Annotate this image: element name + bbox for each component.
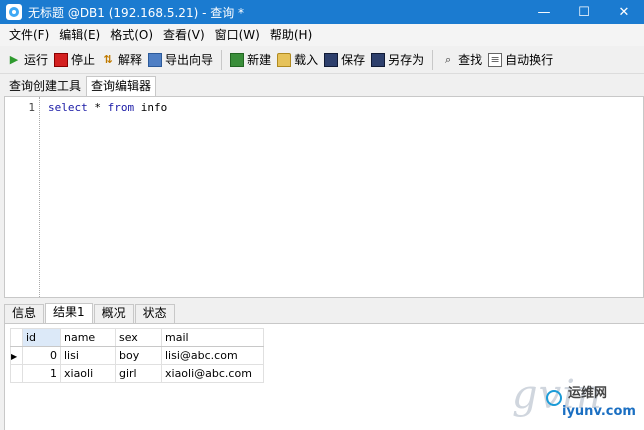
cell-name[interactable]: xiaoli	[60, 364, 116, 383]
maximize-button[interactable]: ☐	[564, 0, 604, 24]
menu-format[interactable]: 格式(O)	[105, 24, 158, 46]
new-button[interactable]: 新建	[227, 48, 274, 72]
cell-id[interactable]: 0	[22, 346, 61, 365]
tab-query-editor[interactable]: 查询编辑器	[86, 76, 157, 96]
editor-tab-bar: 查询创建工具 查询编辑器	[0, 74, 644, 96]
stop-button[interactable]: 停止	[51, 48, 98, 72]
gutter-divider	[39, 97, 40, 297]
line-number: 1	[28, 101, 35, 114]
menu-file[interactable]: 文件(F)	[4, 24, 54, 46]
cell-mail[interactable]: xiaoli@abc.com	[161, 364, 264, 383]
toolbar-separator	[432, 49, 434, 70]
toolbar: ▶ 运行 停止 ⇅ 解释 导出向导 新建 载入 保存 另存为 ⌕ 查找 ≡ 自动…	[0, 46, 644, 74]
cell-mail[interactable]: lisi@abc.com	[161, 346, 264, 365]
word-wrap-label: 自动换行	[505, 53, 554, 67]
menu-window[interactable]: 窗口(W)	[210, 24, 265, 46]
table-row[interactable]: ▶ 0 lisi boy lisi@abc.com	[10, 346, 264, 365]
minimize-button[interactable]: —	[524, 0, 564, 24]
cell-sex[interactable]: girl	[115, 364, 162, 383]
run-label: 运行	[24, 53, 49, 67]
title-bar: 无标题 @DB1 (192.168.5.21) - 查询 * — ☐ ✕	[0, 0, 644, 24]
row-header-corner	[10, 328, 23, 347]
play-icon: ▶	[9, 53, 19, 66]
window-controls: — ☐ ✕	[524, 0, 644, 24]
site-watermark: gvin 运维网 iyunv.com	[512, 370, 642, 428]
tab-status[interactable]: 状态	[134, 304, 175, 323]
export-wizard-label: 导出向导	[165, 53, 214, 67]
save-as-icon	[371, 52, 386, 67]
toolbar-separator	[221, 49, 223, 70]
navicat-app-icon	[6, 4, 22, 20]
row-header	[10, 364, 23, 383]
column-header-mail[interactable]: mail	[161, 328, 264, 347]
table-name: info	[134, 101, 168, 114]
new-query-icon	[230, 52, 245, 67]
save-button[interactable]: 保存	[321, 48, 368, 72]
tab-query-builder[interactable]: 查询创建工具	[4, 76, 86, 96]
column-header-id[interactable]: id	[22, 328, 61, 347]
new-label: 新建	[247, 53, 272, 67]
menu-help[interactable]: 帮助(H)	[265, 24, 317, 46]
result-grid: id name sex mail ▶ 0 lisi boy lisi@abc.c…	[10, 328, 264, 383]
column-header-sex[interactable]: sex	[115, 328, 162, 347]
cell-name[interactable]: lisi	[60, 346, 116, 365]
watermark-logo-icon	[546, 390, 562, 406]
explain-icon: ⇅	[103, 53, 113, 66]
folder-icon	[277, 52, 292, 67]
column-header-name[interactable]: name	[60, 328, 116, 347]
menu-view[interactable]: 查看(V)	[158, 24, 210, 46]
menu-bar: 文件(F) 编辑(E) 格式(O) 查看(V) 窗口(W) 帮助(H)	[0, 24, 644, 46]
load-button[interactable]: 载入	[274, 48, 321, 72]
tab-info[interactable]: 信息	[4, 304, 45, 323]
cell-id[interactable]: 1	[22, 364, 61, 383]
run-button[interactable]: ▶ 运行	[4, 48, 51, 72]
export-icon	[148, 52, 163, 67]
window-title: 无标题 @DB1 (192.168.5.21) - 查询 *	[28, 5, 245, 20]
watermark-url: iyunv.com	[562, 404, 636, 419]
save-as-label: 另存为	[388, 53, 425, 67]
keyword-from: from	[107, 101, 135, 114]
tab-profile[interactable]: 概况	[93, 304, 134, 323]
cell-sex[interactable]: boy	[115, 346, 162, 365]
save-label: 保存	[341, 53, 366, 67]
save-as-button[interactable]: 另存为	[368, 48, 427, 72]
load-label: 载入	[294, 53, 319, 67]
tab-result-1[interactable]: 结果1	[45, 303, 93, 323]
close-button[interactable]: ✕	[604, 0, 644, 24]
export-wizard-button[interactable]: 导出向导	[145, 48, 216, 72]
code-line: select * from info	[48, 101, 167, 114]
explain-label: 解释	[118, 53, 143, 67]
result-tab-bar: 信息 结果1 概况 状态	[4, 303, 644, 324]
watermark-site-name: 运维网	[568, 386, 608, 401]
word-wrap-button[interactable]: ≡ 自动换行	[485, 48, 556, 72]
keyword-select: select	[48, 101, 88, 114]
explain-button[interactable]: ⇅ 解释	[98, 48, 145, 72]
find-label: 查找	[458, 53, 483, 67]
menu-edit[interactable]: 编辑(E)	[54, 24, 105, 46]
stop-icon	[54, 52, 69, 67]
table-row[interactable]: 1 xiaoli girl xiaoli@abc.com	[10, 364, 264, 383]
header-row: id name sex mail	[10, 328, 264, 347]
row-pointer-icon: ▶	[11, 352, 18, 361]
line-gutter: 1	[5, 97, 43, 297]
save-icon	[324, 52, 339, 67]
current-row-indicator: ▶	[10, 346, 23, 365]
find-button[interactable]: ⌕ 查找	[438, 48, 485, 72]
stop-label: 停止	[71, 53, 96, 67]
sql-editor[interactable]: 1 select * from info	[4, 96, 644, 298]
word-wrap-icon: ≡	[488, 52, 503, 67]
code-token: *	[87, 101, 108, 114]
search-icon: ⌕	[445, 52, 452, 66]
